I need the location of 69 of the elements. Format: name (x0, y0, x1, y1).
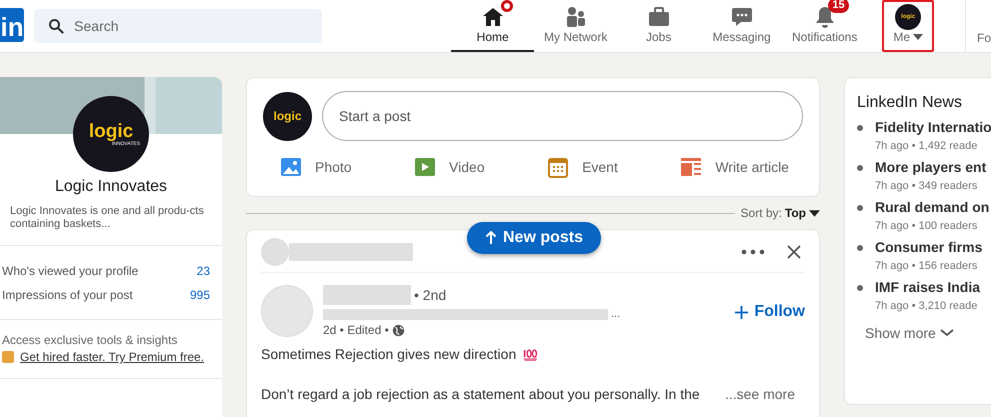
share-action[interactable]: Photo (279, 155, 352, 179)
nav-tab[interactable]: My Network (534, 0, 618, 52)
nav-tab[interactable]: Home (451, 0, 534, 52)
post-text: Don’t regard a job rejection as a statement about you personally. In the (261, 385, 700, 403)
news-meta: 7h ago • 156 readers (875, 260, 978, 272)
bullet (857, 245, 863, 251)
notification-count: 15 (828, 0, 849, 13)
image-icon (279, 155, 303, 179)
house-icon (480, 5, 505, 29)
stat-value[interactable]: 995 (190, 283, 210, 307)
bullet (857, 125, 863, 131)
search-icon (48, 18, 64, 34)
play-icon (413, 155, 438, 179)
avatar-placeholder (261, 238, 289, 266)
news-meta: 7h ago • 100 readers (875, 220, 978, 232)
news-title: LinkedIn News (857, 94, 963, 112)
connection-degree: • 2nd (414, 287, 446, 303)
news-headline[interactable]: IMF raises India (875, 279, 980, 295)
premium-icon (2, 351, 14, 363)
hundred-points-icon (522, 348, 538, 360)
news-meta: 7h ago • 1,492 reade (875, 140, 978, 152)
logo[interactable]: in (0, 8, 24, 42)
close-icon[interactable] (787, 245, 801, 259)
premium-link[interactable]: Get hired faster. Try Premium free. (20, 349, 204, 365)
chat-icon (730, 5, 754, 29)
ellipsis: ... (611, 308, 620, 320)
post-meta: 2d • Edited • (323, 323, 389, 337)
caret-icon (809, 210, 820, 216)
see-more-link[interactable]: ...see more (724, 385, 795, 403)
chevron-down-icon (940, 329, 954, 337)
share-action[interactable]: Video (413, 155, 485, 179)
share-action[interactable]: Event (546, 155, 618, 179)
article-icon (679, 155, 704, 179)
arrow-up-icon (485, 231, 497, 245)
start-post-field[interactable]: Start a post (322, 91, 803, 141)
follow-button[interactable]: Follow (735, 303, 805, 321)
bullet (857, 165, 863, 171)
bullet (857, 205, 863, 211)
avatar-placeholder (261, 285, 313, 337)
news-headline[interactable]: More players ent (875, 159, 986, 175)
news-meta: 7h ago • 349 readers (875, 180, 978, 192)
briefcase-icon (646, 5, 671, 29)
news-meta: 7h ago • 3,210 reade (875, 300, 978, 312)
nav-tab[interactable]: Jobs (617, 0, 700, 52)
bullet (857, 285, 863, 291)
news-headline[interactable]: Fidelity Internatio (875, 119, 991, 135)
stat-label[interactable]: Impressions of your post (2, 283, 133, 307)
share-action[interactable]: Write article (679, 155, 789, 179)
new-posts-button[interactable]: New posts (467, 222, 602, 254)
more-icon[interactable] (741, 249, 765, 255)
globe-icon (392, 324, 405, 336)
post-text: Sometimes Rejection gives new direction (261, 345, 516, 363)
plus-icon (735, 306, 748, 318)
premium-note: Access exclusive tools & insights (2, 333, 178, 347)
nav-tab[interactable]: Messaging (700, 0, 784, 52)
search-field[interactable]: Search (34, 9, 322, 43)
avatar: logic (263, 92, 312, 140)
show-more-button[interactable]: Show more (865, 325, 991, 341)
caret-icon (913, 34, 923, 40)
news-headline[interactable]: Consumer firms (875, 239, 982, 255)
sort-dropdown[interactable]: Sort by: Top (740, 206, 820, 220)
nav-label[interactable]: Fo (976, 31, 991, 45)
profile-name[interactable]: Logic Innovates (0, 178, 222, 196)
profile-description: Logic Innovates is one and all produ-cts containing baskets... (9, 205, 205, 231)
news-headline[interactable]: Rural demand on (875, 199, 990, 215)
stat-label[interactable]: Who's viewed your profile (2, 259, 138, 283)
stat-value[interactable]: 23 (196, 259, 210, 283)
calendar-icon (546, 155, 570, 179)
nav-tab[interactable]: 15 Notifications (783, 0, 866, 52)
